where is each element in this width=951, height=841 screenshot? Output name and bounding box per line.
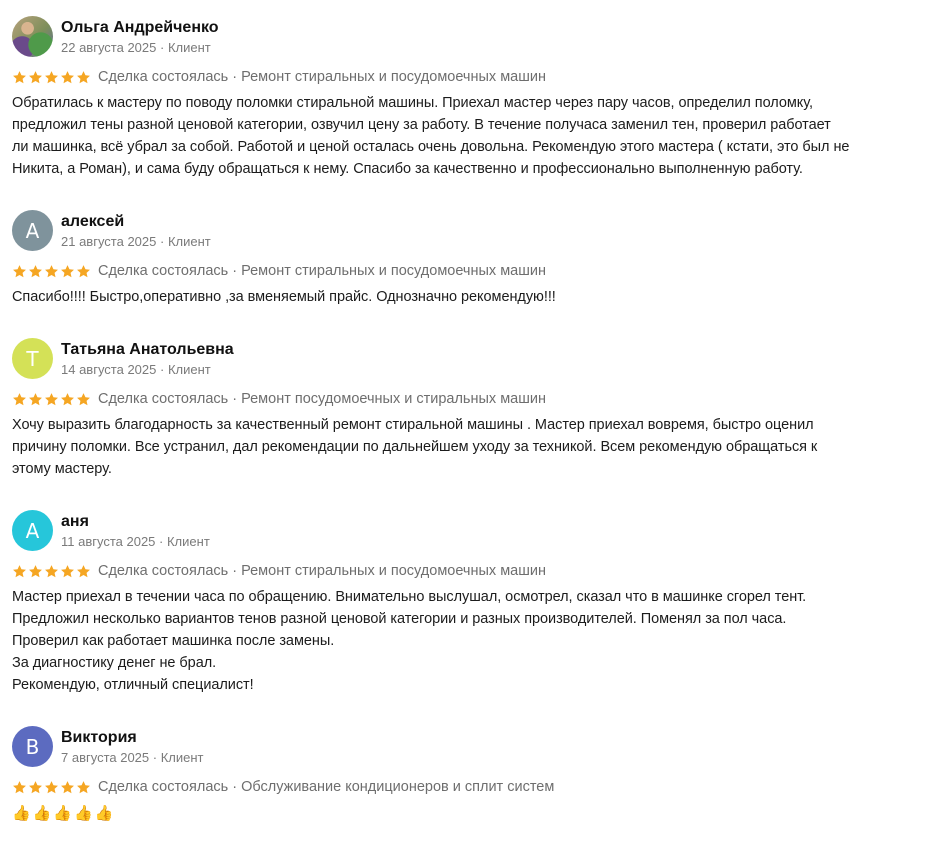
star-icon <box>29 780 42 793</box>
star-icon <box>13 70 26 83</box>
service-name: Обслуживание кондиционеров и сплит систе… <box>241 779 555 795</box>
service-name: Ремонт стиральных и посудомоечных машин <box>241 263 546 279</box>
review-card: А алексей 21 августа 2025 · Клиент Сделк… <box>12 210 932 308</box>
deal-info: Сделка состоялась · Ремонт стиральных и … <box>98 563 546 579</box>
deal-status: Сделка состоялась <box>98 563 229 579</box>
star-icon <box>29 70 42 83</box>
deal-status: Сделка состоялась <box>98 779 229 795</box>
star-icon <box>13 780 26 793</box>
star-rating <box>12 70 91 85</box>
review-date: 22 августа 2025 <box>61 40 157 55</box>
reviewer-role: Клиент <box>167 234 211 249</box>
review-text: Хочу выразить благодарность за качествен… <box>12 417 818 477</box>
rating-line: Сделка состоялась · Ремонт стиральных и … <box>12 260 932 282</box>
avatar[interactable]: А <box>12 510 53 551</box>
star-icon <box>77 780 90 793</box>
review-date-line: 7 августа 2025 · Клиент <box>61 750 204 765</box>
deal-status: Сделка состоялась <box>98 69 229 85</box>
deal-info: Сделка состоялась · Ремонт посудомоечных… <box>98 391 546 407</box>
star-icon <box>45 264 58 277</box>
star-icon <box>77 264 90 277</box>
review-header: Т Татьяна Анатольевна 14 августа 2025 · … <box>12 338 932 382</box>
service-name: Ремонт посудомоечных и стиральных машин <box>241 391 546 407</box>
review-text: Спасибо!!!! Быстро,оперативно ,за вменяе… <box>12 289 556 305</box>
review-date-line: 14 августа 2025 · Клиент <box>61 362 211 377</box>
star-rating <box>12 780 91 795</box>
rating-line: Сделка состоялась · Ремонт стиральных и … <box>12 66 932 88</box>
review-header: А алексей 21 августа 2025 · Клиент <box>12 210 932 254</box>
star-icon <box>45 564 58 577</box>
deal-status: Сделка состоялась <box>98 391 229 407</box>
star-icon <box>13 392 26 405</box>
rating-line: Сделка состоялась · Ремонт посудомоечных… <box>12 388 932 410</box>
star-icon <box>77 564 90 577</box>
reviewer-role: Клиент <box>167 362 211 377</box>
reviewer-role: Клиент <box>166 534 210 549</box>
star-icon <box>61 264 74 277</box>
review-card: А аня 11 августа 2025 · Клиент Сделка со… <box>12 510 932 696</box>
review-text: Обратилась к мастеру по поводу поломки с… <box>12 95 850 177</box>
reviewer-name[interactable]: Татьяна Анатольевна <box>61 340 234 360</box>
reviewer-role: Клиент <box>160 750 204 765</box>
review-date: 7 августа 2025 <box>61 750 150 765</box>
review-date-line: 22 августа 2025 · Клиент <box>61 40 211 55</box>
star-icon <box>29 564 42 577</box>
review-meta: Ольга Андрейченко 22 августа 2025 · Клие… <box>61 16 219 57</box>
review-date-line: 11 августа 2025 · Клиент <box>61 534 210 549</box>
service-name: Ремонт стиральных и посудомоечных машин <box>241 563 546 579</box>
star-rating <box>12 564 91 579</box>
star-icon <box>29 264 42 277</box>
star-icon <box>61 70 74 83</box>
review-text: Мастер приехал в течении часа по обращен… <box>12 589 807 693</box>
avatar[interactable]: А <box>12 210 53 251</box>
review-meta: аня 11 августа 2025 · Клиент <box>61 510 210 551</box>
deal-info: Сделка состоялась · Ремонт стиральных и … <box>98 69 546 85</box>
reviewer-role: Клиент <box>167 40 211 55</box>
deal-status: Сделка состоялась <box>98 263 229 279</box>
reviewer-name[interactable]: аня <box>61 512 210 532</box>
star-icon <box>61 564 74 577</box>
star-icon <box>45 392 58 405</box>
review-meta: Виктория 7 августа 2025 · Клиент <box>61 726 204 767</box>
reviewer-name[interactable]: алексей <box>61 212 211 232</box>
review-header: А аня 11 августа 2025 · Клиент <box>12 510 932 554</box>
review-card: Т Татьяна Анатольевна 14 августа 2025 · … <box>12 338 932 480</box>
star-icon <box>77 70 90 83</box>
reviewer-name[interactable]: Виктория <box>61 728 204 748</box>
deal-info: Сделка состоялась · Ремонт стиральных и … <box>98 263 546 279</box>
rating-line: Сделка состоялась · Ремонт стиральных и … <box>12 560 932 582</box>
review-card: В Виктория 7 августа 2025 · Клиент Сделк… <box>12 726 932 824</box>
star-rating <box>12 264 91 279</box>
avatar[interactable] <box>12 16 53 57</box>
review-header: Ольга Андрейченко 22 августа 2025 · Клие… <box>12 16 932 60</box>
star-icon <box>61 392 74 405</box>
reviews-list: Ольга Андрейченко 22 августа 2025 · Клие… <box>0 0 951 841</box>
deal-info: Сделка состоялась · Обслуживание кондици… <box>98 779 555 795</box>
review-meta: Татьяна Анатольевна 14 августа 2025 · Кл… <box>61 338 234 379</box>
rating-line: Сделка состоялась · Обслуживание кондици… <box>12 776 932 798</box>
review-meta: алексей 21 августа 2025 · Клиент <box>61 210 211 251</box>
star-icon <box>61 780 74 793</box>
review-date: 21 августа 2025 <box>61 234 157 249</box>
star-icon <box>29 392 42 405</box>
star-icon <box>45 780 58 793</box>
service-name: Ремонт стиральных и посудомоечных машин <box>241 69 546 85</box>
star-icon <box>77 392 90 405</box>
review-header: В Виктория 7 августа 2025 · Клиент <box>12 726 932 770</box>
review-card: Ольга Андрейченко 22 августа 2025 · Клие… <box>12 16 932 180</box>
review-date: 14 августа 2025 <box>61 362 157 377</box>
review-text: 👍👍👍👍👍 <box>12 804 116 822</box>
avatar[interactable]: В <box>12 726 53 767</box>
review-date-line: 21 августа 2025 · Клиент <box>61 234 211 249</box>
star-icon <box>45 70 58 83</box>
star-icon <box>13 264 26 277</box>
star-icon <box>13 564 26 577</box>
star-rating <box>12 392 91 407</box>
reviewer-name[interactable]: Ольга Андрейченко <box>61 18 219 38</box>
review-date: 11 августа 2025 <box>61 534 156 549</box>
avatar[interactable]: Т <box>12 338 53 379</box>
